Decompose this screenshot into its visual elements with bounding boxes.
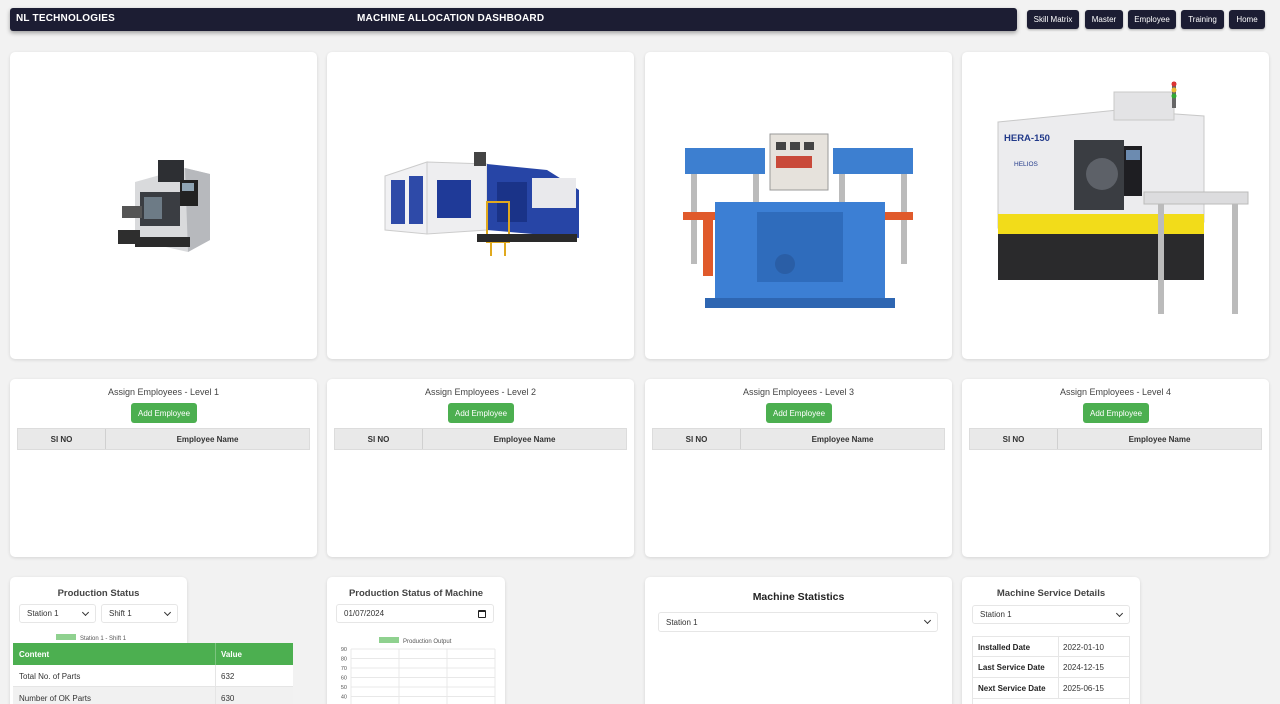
employee-table-header: SI NO Employee Name [969, 428, 1262, 450]
table-row [972, 699, 1130, 704]
production-machine-title: Production Status of Machine [348, 588, 484, 599]
machine-card-4[interactable]: HERA-150 HELIOS [962, 52, 1269, 359]
employee-name-header: Employee Name [811, 434, 874, 444]
machine-model-label: HERA-150 [1004, 133, 1050, 144]
brand-name: NL TECHNOLOGIES [16, 13, 115, 24]
sl-no-header: SI NO [18, 429, 106, 449]
row-label: Installed Date [978, 643, 1031, 652]
cold-forging-machine-image [384, 152, 579, 256]
add-employee-button[interactable]: Add Employee [1083, 403, 1149, 423]
nav-home-button[interactable]: Home [1229, 10, 1265, 29]
production-status-title: Production Status [57, 588, 140, 599]
y-tick-label: 90 [341, 647, 347, 653]
station-select[interactable]: Station 1 [19, 604, 96, 623]
service-station-value: Station 1 [980, 610, 1012, 619]
employee-table-header: SI NO Employee Name [17, 428, 310, 450]
table-row: Number of OK Parts 630 [13, 687, 293, 704]
table-row: Installed Date 2022-01-10 [972, 636, 1130, 657]
shift-select-value: Shift 1 [109, 609, 132, 618]
value-header: Value [221, 650, 242, 659]
chevron-down-icon [1115, 609, 1124, 618]
production-machine-card: Production Status of Machine 01/07/2024 … [327, 577, 505, 704]
employee-name-header: Employee Name [493, 434, 556, 444]
service-details-card: Machine Service Details Station 1 Instal… [962, 577, 1140, 704]
date-input[interactable]: 01/07/2024 [336, 604, 494, 623]
dashboard-title: MACHINE ALLOCATION DASHBOARD [357, 13, 545, 24]
cnc-machining-center-image [118, 160, 210, 252]
assign-title: Assign Employees - Level 1 [107, 387, 220, 397]
row-label: Next Service Date [978, 684, 1046, 693]
legend-label: Station 1 - Shift 1 [80, 636, 127, 642]
assign-title: Assign Employees - Level 2 [424, 387, 537, 397]
add-employee-button[interactable]: Add Employee [448, 403, 514, 423]
table-row: Next Service Date 2025-06-15 [972, 678, 1130, 699]
table-row: Total No. of Parts 632 [13, 665, 293, 687]
y-tick-label: 70 [341, 666, 347, 672]
row-value: 2024-12-15 [1063, 663, 1104, 672]
legend-swatch [56, 634, 76, 640]
machine-statistics-title: Machine Statistics [752, 591, 845, 603]
table-row: Last Service Date 2024-12-15 [972, 657, 1130, 678]
row-value: 2025-06-15 [1063, 684, 1104, 693]
shift-select[interactable]: Shift 1 [101, 604, 178, 623]
legend-label: Production Output [403, 639, 452, 645]
assign-title: Assign Employees - Level 3 [742, 387, 855, 397]
y-tick-label: 40 [341, 695, 347, 701]
add-employee-button[interactable]: Add Employee [131, 403, 197, 423]
chevron-down-icon [923, 616, 932, 625]
date-input-value: 01/07/2024 [344, 609, 385, 618]
legend-swatch [379, 637, 399, 643]
assign-card-level-4: Assign Employees - Level 4 Add Employee … [962, 379, 1269, 557]
y-tick-label: 80 [341, 657, 347, 663]
station-select-value: Station 1 [27, 609, 59, 618]
add-employee-button[interactable]: Add Employee [766, 403, 832, 423]
y-tick-label: 50 [341, 685, 347, 691]
machine-brand-label: HELIOS [1014, 161, 1039, 168]
row-label: Last Service Date [978, 663, 1045, 672]
production-output-chart: Production Output 90 80 70 60 50 40 [341, 637, 496, 704]
statistics-station-select[interactable]: Station 1 [658, 612, 938, 632]
chevron-down-icon [81, 608, 90, 617]
sl-no-header: SI NO [970, 429, 1058, 449]
statistics-table-header: Content Value [13, 643, 293, 665]
row-label: Number of OK Parts [19, 694, 92, 703]
assign-card-level-1: Assign Employees - Level 1 Add Employee … [10, 379, 317, 557]
machine-card-2[interactable] [327, 52, 634, 359]
y-tick-label: 60 [341, 676, 347, 682]
sl-no-header: SI NO [335, 429, 423, 449]
machine-card-1[interactable] [10, 52, 317, 359]
assign-title: Assign Employees - Level 4 [1059, 387, 1172, 397]
machine-statistics-card: Machine Statistics Station 1 [645, 577, 952, 704]
hera-150-lathe-image: HERA-150 HELIOS [997, 81, 1249, 314]
calendar-icon [478, 610, 486, 618]
employee-name-header: Employee Name [1128, 434, 1191, 444]
assign-card-level-3: Assign Employees - Level 3 Add Employee … [645, 379, 952, 557]
service-details-title: Machine Service Details [996, 588, 1106, 599]
row-value: 632 [221, 672, 235, 681]
employee-table-header: SI NO Employee Name [652, 428, 945, 450]
nav-training-button[interactable]: Training [1181, 10, 1224, 29]
chevron-down-icon [163, 608, 172, 617]
hydraulic-press-image [683, 133, 913, 308]
top-bar: NL TECHNOLOGIES MACHINE ALLOCATION DASHB… [10, 8, 1017, 31]
content-header: Content [19, 650, 50, 659]
row-value: 630 [221, 694, 235, 703]
row-label: Total No. of Parts [19, 672, 81, 681]
statistics-station-value: Station 1 [666, 617, 698, 627]
employee-table-header: SI NO Employee Name [334, 428, 627, 450]
assign-card-level-2: Assign Employees - Level 2 Add Employee … [327, 379, 634, 557]
nav-skill-matrix-button[interactable]: Skill Matrix [1027, 10, 1079, 29]
nav-employee-button[interactable]: Employee [1128, 10, 1176, 29]
nav-master-button[interactable]: Master [1085, 10, 1123, 29]
machine-card-3[interactable] [645, 52, 952, 359]
employee-name-header: Employee Name [176, 434, 239, 444]
sl-no-header: SI NO [653, 429, 741, 449]
service-station-select[interactable]: Station 1 [972, 605, 1130, 624]
row-value: 2022-01-10 [1063, 643, 1104, 652]
